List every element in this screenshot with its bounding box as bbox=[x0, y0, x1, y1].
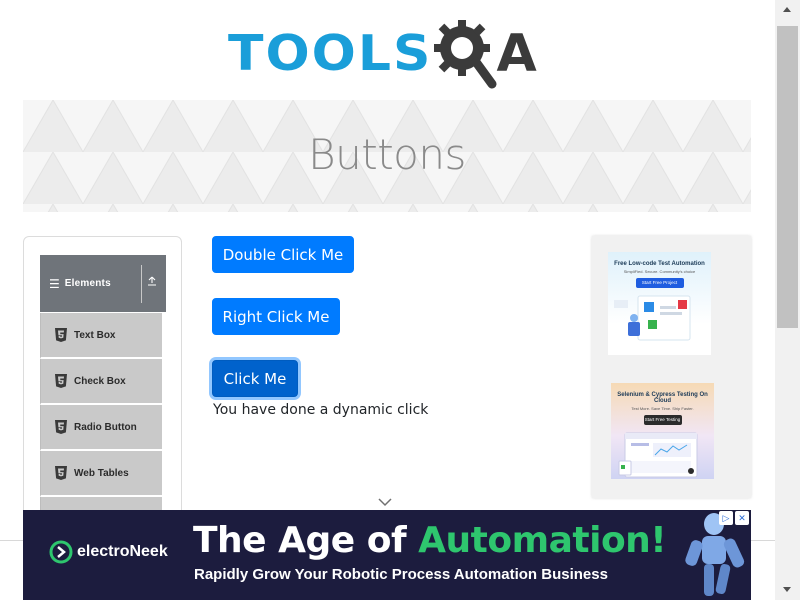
ad-title: Selenium & Cypress Testing On Cloud bbox=[617, 392, 708, 404]
dynamic-click-message: You have done a dynamic click bbox=[213, 402, 429, 418]
bottom-divider-left bbox=[0, 540, 23, 541]
ad-cta-button[interactable]: Start Free Testing bbox=[643, 415, 682, 425]
html5-icon bbox=[55, 466, 67, 480]
page-banner: Buttons bbox=[23, 100, 751, 212]
sidebar-item-label: Radio Button bbox=[74, 421, 137, 433]
ad-brand-name: electroNeek bbox=[77, 543, 168, 560]
sidebar-item-radio-button[interactable]: Radio Button bbox=[40, 405, 162, 451]
ad-illustration bbox=[614, 295, 691, 341]
hamburger-icon: ☰ bbox=[49, 276, 60, 291]
close-icon[interactable]: ✕ bbox=[735, 511, 749, 525]
sidebar-item-label: Check Box bbox=[74, 375, 126, 387]
ad-test-automation[interactable]: Free Low-code Test Automation SimpliFied… bbox=[608, 252, 711, 355]
toolsqa-logo[interactable]: TOOLS A bbox=[228, 18, 553, 90]
ad-controls: ▷ ✕ bbox=[719, 511, 749, 525]
ad-brand: electroNeek bbox=[49, 540, 168, 564]
right-ad-panel: Free Low-code Test Automation SimpliFied… bbox=[592, 236, 751, 498]
html5-icon bbox=[55, 420, 67, 434]
ad-subline: Rapidly Grow Your Robotic Process Automa… bbox=[194, 566, 608, 583]
logo-text-tools: TOOLS bbox=[228, 25, 433, 83]
elements-menu-list: Text Box Check Box Radio Button Web Tabl… bbox=[40, 313, 162, 535]
left-sidebar: ☰ Elements Text Box Check Box Radio Butt… bbox=[23, 236, 182, 536]
scroll-down-arrow-icon[interactable] bbox=[783, 587, 791, 592]
logo-text-a: A bbox=[496, 24, 537, 84]
sidebar-item-label: Text Box bbox=[74, 329, 116, 341]
adchoices-icon[interactable]: ▷ bbox=[719, 511, 733, 525]
bottom-divider-right bbox=[751, 540, 775, 541]
scroll-thumb[interactable] bbox=[777, 26, 798, 328]
vertical-scrollbar[interactable] bbox=[775, 0, 800, 600]
sidebar-item-web-tables[interactable]: Web Tables bbox=[40, 451, 162, 497]
group-label: Elements bbox=[64, 278, 111, 289]
click-me-button[interactable]: Click Me bbox=[212, 360, 298, 397]
elements-group-header[interactable]: ☰ Elements bbox=[40, 255, 166, 312]
sidebar-item-text-box[interactable]: Text Box bbox=[40, 313, 162, 359]
bottom-ad-banner[interactable]: electroNeek The Age of Automation! Rapid… bbox=[23, 510, 751, 600]
ad-title: Free Low-code Test Automation bbox=[614, 261, 705, 267]
sidebar-item-label: Web Tables bbox=[74, 467, 129, 479]
ad-cta-button[interactable]: Start Free Project bbox=[635, 278, 684, 288]
page-title: Buttons bbox=[308, 130, 466, 179]
ad-headline: The Age of Automation! bbox=[193, 520, 667, 561]
html5-icon bbox=[55, 328, 67, 342]
ad-cloud-testing[interactable]: Selenium & Cypress Testing On Cloud Test… bbox=[611, 383, 714, 479]
html5-icon bbox=[55, 374, 67, 388]
ad-illustration bbox=[618, 432, 698, 478]
ad-subtitle: Test More. Save Time. Ship Faster. bbox=[631, 406, 694, 411]
ad-headline-prefix: The Age of bbox=[193, 520, 419, 561]
ad-headline-accent: Automation! bbox=[418, 520, 667, 561]
double-click-button[interactable]: Double Click Me bbox=[212, 236, 354, 273]
electroneek-logo-icon bbox=[49, 540, 73, 564]
gear-magnifier-icon bbox=[434, 20, 497, 89]
ad-subtitle: SimpliFied. Secure. Community's choice bbox=[623, 269, 696, 274]
scroll-up-arrow-icon[interactable] bbox=[783, 7, 791, 12]
collapse-up-icon[interactable] bbox=[147, 276, 157, 289]
sidebar-item-check-box[interactable]: Check Box bbox=[40, 359, 162, 405]
header-divider bbox=[141, 265, 142, 303]
right-click-button[interactable]: Right Click Me bbox=[212, 298, 340, 335]
